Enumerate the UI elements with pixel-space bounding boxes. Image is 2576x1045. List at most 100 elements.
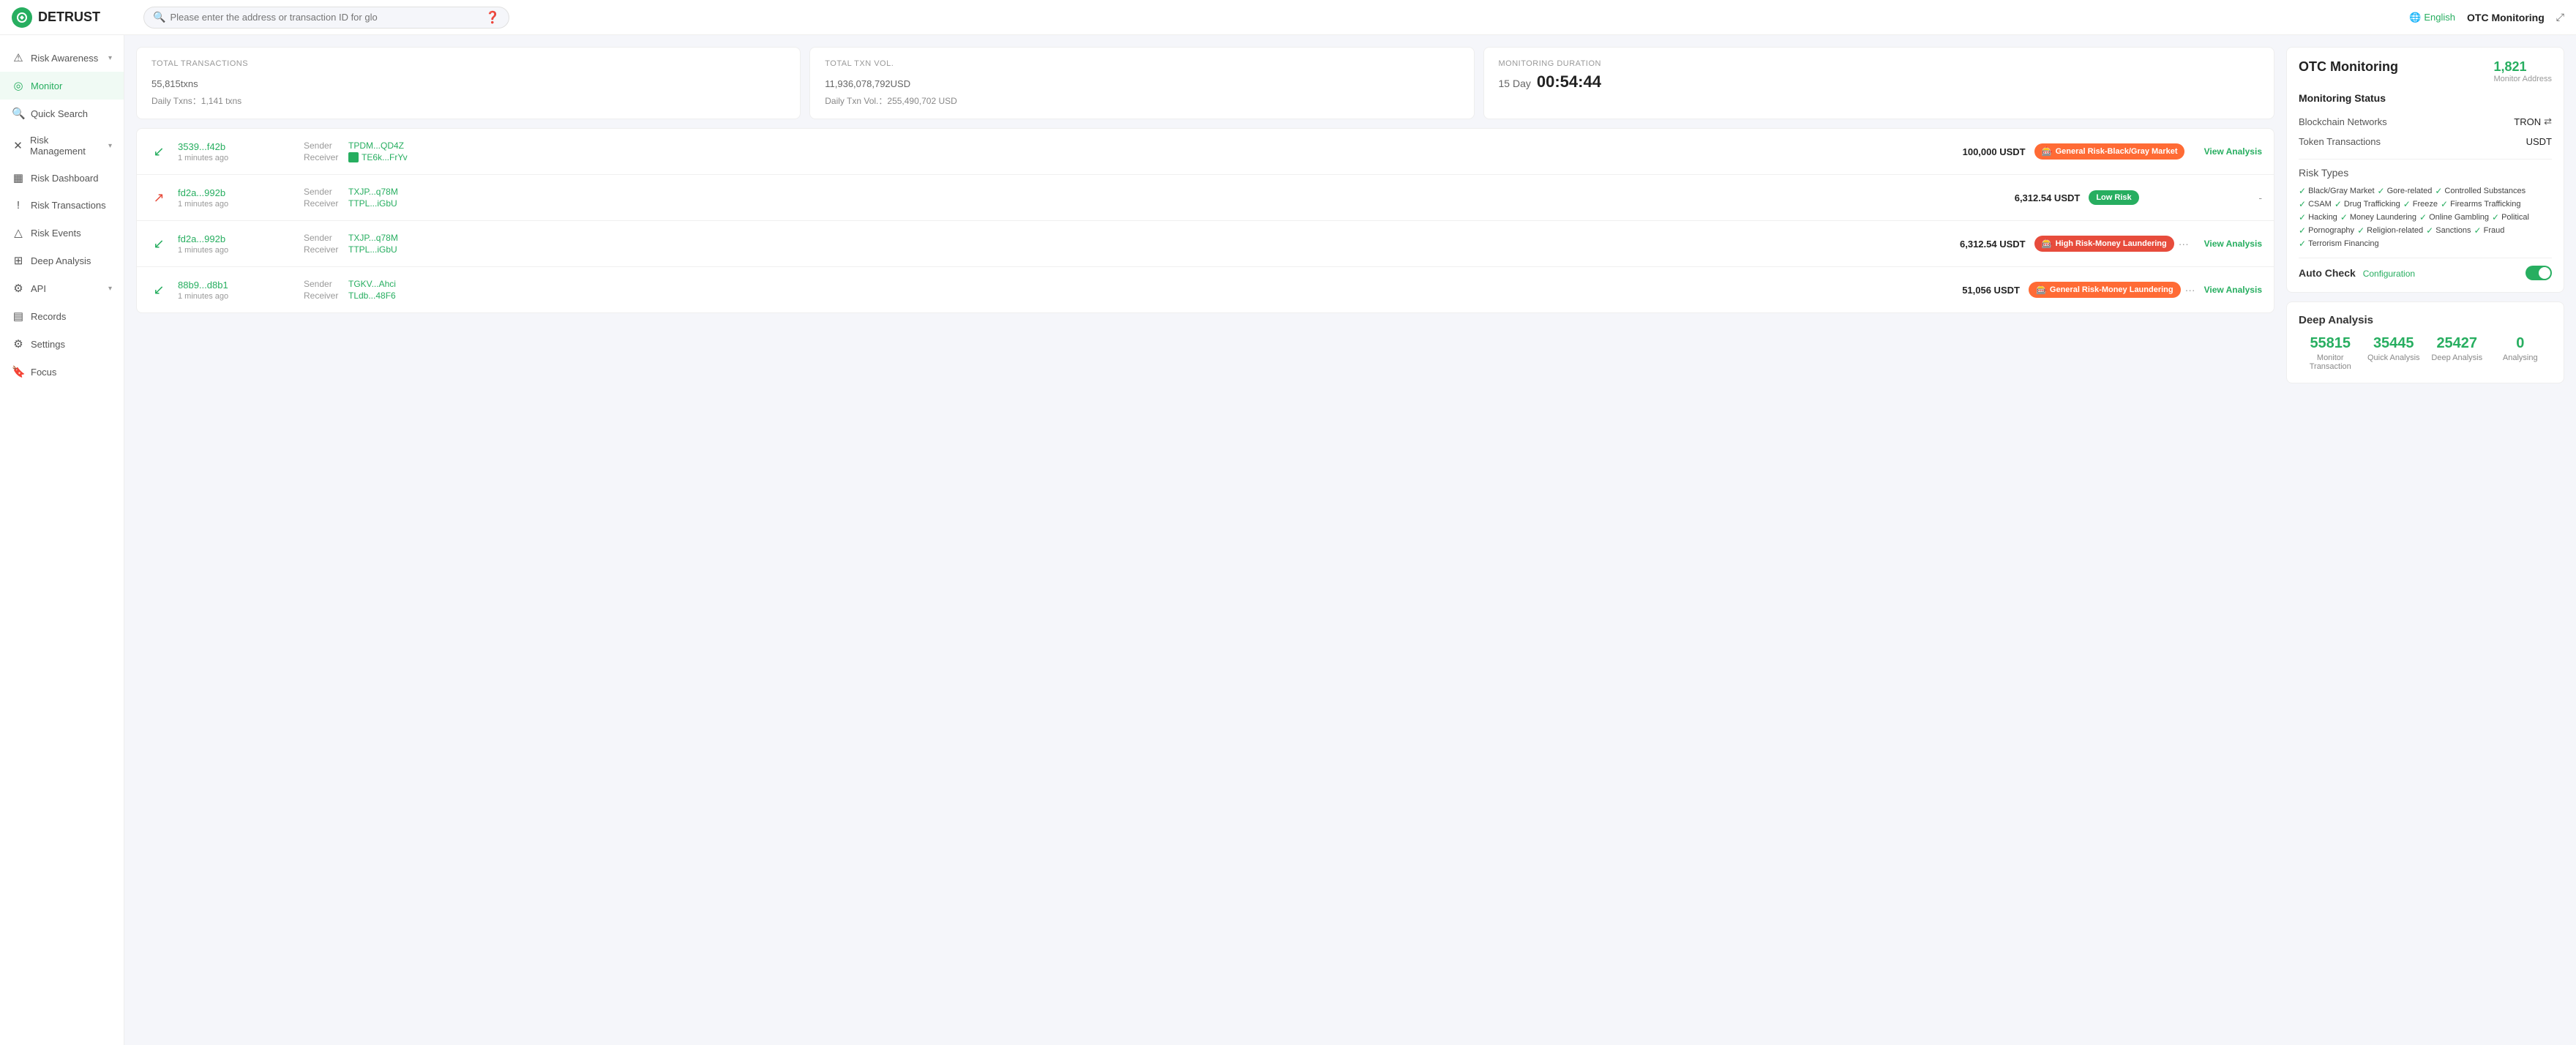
total-vol-label: TOTAL TXN VOL. (825, 59, 1459, 68)
deep-num: 55815 (2299, 335, 2362, 352)
view-analysis-button[interactable]: View Analysis (2204, 239, 2262, 249)
blockchain-label: Blockchain Networks (2299, 116, 2387, 127)
deep-num: 35445 (2362, 335, 2426, 352)
help-icon[interactable]: ❓ (485, 10, 500, 25)
auto-check-row: Auto Check Configuration (2299, 266, 2552, 280)
txn-parties: Sender TXJP...q78M Receiver TTPL...iGbU (304, 231, 1914, 256)
risk-badge: 🎰 High Risk-Money Laundering (2034, 236, 2174, 252)
sender-addr[interactable]: TXJP...q78M (348, 233, 398, 243)
txn-time: 1 minutes ago (178, 292, 295, 301)
deep-analysis-card: Deep Analysis 55815Monitor Transaction35… (2286, 301, 2564, 383)
search-icon: 🔍 (12, 107, 25, 120)
sidebar-item-risk-awareness[interactable]: ⚠ Risk Awareness ▾ (0, 44, 124, 72)
risk-type-chip: ✓ Money Laundering (2340, 212, 2416, 222)
txn-id[interactable]: fd2a...992b (178, 233, 295, 244)
txn-id[interactable]: 3539...f42b (178, 141, 295, 152)
sidebar-item-api[interactable]: ⚙ API ▾ (0, 274, 124, 302)
receiver-addr[interactable]: TE6k...FrYv (348, 152, 408, 162)
receiver-row: Receiver TE6k...FrYv (304, 152, 1914, 162)
language-selector[interactable]: 🌐 English (2409, 12, 2455, 23)
risk-type-chip: ✓ Firearms Trafficking (2441, 199, 2520, 209)
settings-icon: ⚙ (12, 337, 25, 351)
sidebar-item-monitor[interactable]: ◎ Monitor (0, 72, 124, 100)
txn-time: 1 minutes ago (178, 246, 295, 255)
blockchain-value: TRON ⇄ (2514, 116, 2552, 127)
txn-amount: 100,000 USDT (1923, 146, 2026, 157)
blockchain-row: Blockchain Networks TRON ⇄ (2299, 111, 2552, 132)
alert-icon: ! (12, 199, 25, 211)
config-link[interactable]: Configuration (2363, 269, 2415, 279)
view-analysis-button[interactable]: View Analysis (2204, 146, 2262, 157)
sidebar-item-settings[interactable]: ⚙ Settings (0, 330, 124, 358)
risk-types-list: ✓ Black/Gray Market✓ Gore-related✓ Contr… (2299, 184, 2552, 250)
daily-txns: Daily Txns：1,141 txns (151, 94, 785, 107)
sender-row: Sender TXJP...q78M (304, 187, 1969, 197)
sidebar-label-records: Records (31, 311, 66, 322)
auto-check-toggle[interactable] (2526, 266, 2552, 280)
check-icon: ✓ (2299, 186, 2306, 196)
otc-monitoring-card: OTC Monitoring 1,821 Monitor Address Mon… (2286, 47, 2564, 293)
sender-addr[interactable]: TXJP...q78M (348, 187, 398, 197)
direction-icon: ↙ (149, 280, 169, 300)
token-row: Token Transactions USDT (2299, 132, 2552, 151)
sidebar-item-risk-dashboard[interactable]: ▦ Risk Dashboard (0, 164, 124, 192)
check-icon: ✓ (2299, 212, 2306, 222)
sender-addr[interactable]: TGKV...Ahci (348, 279, 396, 289)
table-row: ↙ 88b9...d8b1 1 minutes ago Sender TGKV.… (137, 267, 2274, 312)
receiver-row: Receiver TLdb...48F6 (304, 291, 1909, 301)
check-icon: ✓ (2378, 186, 2385, 196)
badge-icon: 🎰 (2036, 285, 2047, 295)
risk-type-chip: ✓ Drug Trafficking (2334, 199, 2400, 209)
search-bar[interactable]: 🔍 ❓ (143, 7, 509, 29)
auto-check-label-area: Auto Check Configuration (2299, 267, 2415, 279)
sidebar-item-quick-search[interactable]: 🔍 Quick Search (0, 100, 124, 127)
more-icon[interactable]: ··· (2179, 238, 2189, 250)
logo: DETRUST (12, 7, 129, 28)
receiver-addr[interactable]: TLdb...48F6 (348, 291, 396, 301)
sidebar-label-risk-management: Risk Management (30, 135, 102, 157)
panel-title-row: OTC Monitoring 1,821 Monitor Address (2299, 59, 2552, 83)
badge-icon: 🎰 (2042, 146, 2053, 157)
sidebar-item-deep-analysis[interactable]: ⊞ Deep Analysis (0, 247, 124, 274)
sender-addr[interactable]: TPDM...QD4Z (348, 141, 404, 151)
receiver-addr[interactable]: TTPL...iGbU (348, 198, 397, 209)
txn-parties: Sender TPDM...QD4Z Receiver TE6k...FrYv (304, 139, 1914, 164)
txn-id[interactable]: 88b9...d8b1 (178, 280, 295, 291)
risk-badge: Low Risk (2089, 190, 2138, 205)
sidebar-item-risk-management[interactable]: ✕ Risk Management ▾ (0, 127, 124, 164)
chevron-down-icon: ▾ (108, 142, 112, 150)
count-label: Monitor Address (2494, 75, 2552, 83)
receiver-addr[interactable]: TTPL...iGbU (348, 244, 397, 255)
sidebar-item-risk-transactions[interactable]: ! Risk Transactions (0, 192, 124, 219)
sidebar-label-risk-awareness: Risk Awareness (31, 53, 98, 64)
sidebar-label-focus: Focus (31, 367, 56, 378)
view-analysis-button[interactable]: View Analysis (2204, 285, 2262, 295)
refresh-icon[interactable]: ⇄ (2544, 116, 2552, 127)
transaction-list: ↙ 3539...f42b 1 minutes ago Sender TPDM.… (136, 128, 2274, 313)
sidebar-item-records[interactable]: ▤ Records (0, 302, 124, 330)
sidebar: ⚠ Risk Awareness ▾ ◎ Monitor 🔍 Quick Sea… (0, 35, 124, 1045)
sidebar-item-risk-events[interactable]: △ Risk Events (0, 219, 124, 247)
deep-stats: 55815Monitor Transaction35445Quick Analy… (2299, 335, 2552, 371)
expand-icon[interactable]: ⤢ (2556, 11, 2564, 23)
sender-row: Sender TGKV...Ahci (304, 279, 1909, 289)
txn-id[interactable]: fd2a...992b (178, 187, 295, 198)
risk-type-chip: ✓ Black/Gray Market (2299, 186, 2375, 196)
risk-type-chip: ✓ Hacking (2299, 212, 2337, 222)
total-txns-value: 55,815txns (151, 72, 785, 91)
risk-type-chip: ✓ Controlled Substances (2435, 186, 2526, 196)
risk-type-chip: ✓ Gore-related (2378, 186, 2433, 196)
right-panel: OTC Monitoring 1,821 Monitor Address Mon… (2286, 47, 2564, 1033)
sender-row: Sender TPDM...QD4Z (304, 141, 1914, 151)
risk-types-label: Risk Types (2299, 167, 2552, 179)
risk-type-chip: ✓ Fraud (2474, 225, 2505, 236)
receiver-label: Receiver (304, 291, 344, 301)
txn-time: 1 minutes ago (178, 154, 295, 162)
more-icon[interactable]: ··· (2185, 284, 2195, 296)
search-input[interactable] (170, 12, 481, 23)
check-icon: ✓ (2334, 199, 2342, 209)
sidebar-label-settings: Settings (31, 339, 65, 350)
sidebar-item-focus[interactable]: 🔖 Focus (0, 358, 124, 386)
duration-label: MONITORING DURATION (1499, 59, 2260, 68)
auto-check-label: Auto Check (2299, 267, 2356, 279)
